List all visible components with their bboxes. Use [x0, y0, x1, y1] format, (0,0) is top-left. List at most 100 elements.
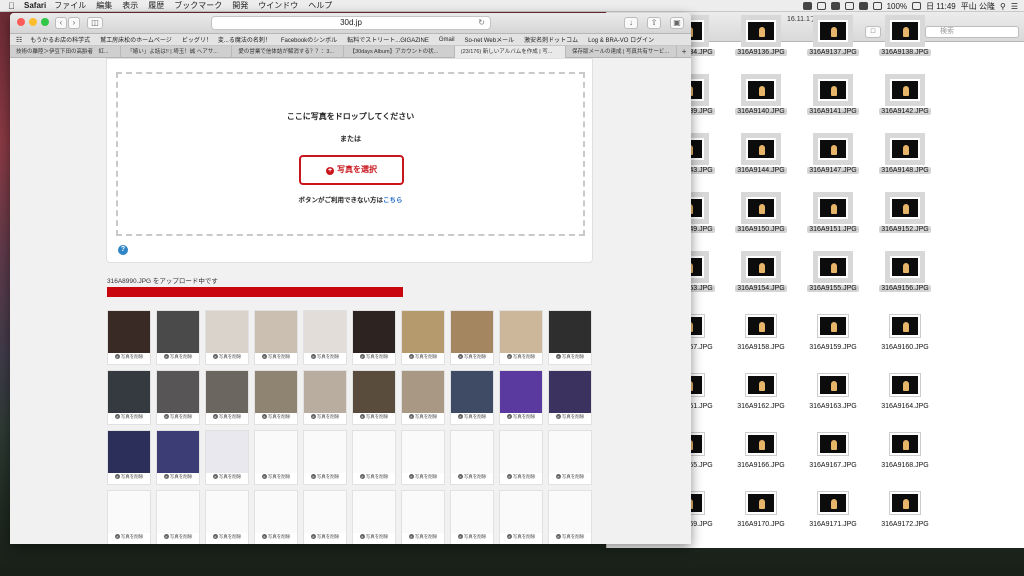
delete-photo-button[interactable]: × 写真を削除	[255, 414, 297, 420]
delete-photo-button[interactable]: × 写真を削除	[353, 414, 395, 420]
photo-thumbnail[interactable]	[157, 431, 199, 473]
photo-thumbnail[interactable]	[255, 491, 297, 533]
finder-file-item[interactable]: 316A9155.JPG	[797, 256, 869, 292]
time-machine-icon[interactable]	[844, 2, 854, 10]
delete-photo-button[interactable]: × 写真を削除	[157, 534, 199, 540]
tab-item[interactable]: 技術の離陸＞伊豆下田の高齢者 紅...	[10, 46, 122, 58]
menu-help[interactable]: ヘルプ	[308, 0, 332, 11]
bookmark-item[interactable]: もうかるお店の科学式	[30, 35, 90, 44]
chat-icon[interactable]	[816, 2, 826, 10]
downloads-icon[interactable]: ↓	[624, 17, 638, 29]
delete-photo-button[interactable]: × 写真を削除	[549, 414, 591, 420]
delete-photo-button[interactable]: × 写真を削除	[304, 474, 346, 480]
reload-icon[interactable]: ↻	[478, 17, 485, 29]
finder-file-item[interactable]: 316A9137.JPG	[797, 20, 869, 56]
tabs-overview-icon[interactable]: ▣	[670, 17, 684, 29]
delete-photo-button[interactable]: × 写真を削除	[157, 474, 199, 480]
photo-thumbnail[interactable]	[549, 311, 591, 353]
photo-thumbnail[interactable]	[451, 371, 493, 413]
finder-file-item[interactable]: 316A9151.JPG	[797, 197, 869, 233]
delete-photo-button[interactable]: × 写真を削除	[206, 354, 248, 360]
menu-develop[interactable]: 開発	[232, 0, 248, 11]
delete-photo-button[interactable]: × 写真を削除	[451, 474, 493, 480]
delete-photo-button[interactable]: × 写真を削除	[304, 414, 346, 420]
volume-icon[interactable]	[872, 2, 882, 10]
delete-photo-button[interactable]: × 写真を削除	[500, 474, 542, 480]
tab-item[interactable]: 「嬉い」よ話は!! | 埼玉！誠 ヘアサ...	[121, 46, 233, 58]
tab-item[interactable]: 保存版メールの達成 | 写真共有サービ...	[566, 46, 678, 58]
delete-photo-button[interactable]: × 写真を削除	[206, 474, 248, 480]
user-name[interactable]: 平山 公隆	[961, 1, 995, 12]
delete-photo-button[interactable]: × 写真を削除	[451, 414, 493, 420]
select-photo-button[interactable]: + 写真を選択	[299, 155, 404, 185]
finder-file-item[interactable]: 316A9167.JPG	[797, 433, 869, 469]
minimize-window-button[interactable]	[29, 18, 37, 26]
delete-photo-button[interactable]: × 写真を削除	[255, 354, 297, 360]
delete-photo-button[interactable]: × 写真を削除	[451, 534, 493, 540]
photo-thumbnail[interactable]	[157, 491, 199, 533]
delete-photo-button[interactable]: × 写真を削除	[108, 354, 150, 360]
photo-thumbnail[interactable]	[549, 431, 591, 473]
photo-thumbnail[interactable]	[451, 491, 493, 533]
photo-thumbnail[interactable]	[500, 491, 542, 533]
photo-thumbnail[interactable]	[108, 311, 150, 353]
delete-photo-button[interactable]: × 写真を削除	[451, 354, 493, 360]
photo-thumbnail[interactable]	[108, 491, 150, 533]
photo-thumbnail[interactable]	[157, 371, 199, 413]
evernote-icon[interactable]	[830, 2, 840, 10]
photo-thumbnail[interactable]	[206, 371, 248, 413]
photo-thumbnail[interactable]	[255, 311, 297, 353]
tab-item[interactable]: 【30days Album】アカウントの状...	[344, 46, 455, 58]
finder-file-item[interactable]: 316A9152.JPG	[869, 197, 941, 233]
photo-thumbnail[interactable]	[108, 431, 150, 473]
photo-thumbnail[interactable]	[304, 371, 346, 413]
finder-file-item[interactable]: 316A9159.JPG	[797, 315, 869, 351]
battery-icon[interactable]	[912, 2, 922, 10]
photo-thumbnail[interactable]	[500, 431, 542, 473]
photo-thumbnail[interactable]	[353, 431, 395, 473]
delete-photo-button[interactable]: × 写真を削除	[255, 534, 297, 540]
menu-edit[interactable]: 編集	[96, 0, 112, 11]
photo-thumbnail[interactable]	[549, 491, 591, 533]
finder-file-item[interactable]: 316A9144.JPG	[725, 138, 797, 174]
forward-button[interactable]: ›	[68, 17, 80, 29]
finder-file-item[interactable]: 316A9156.JPG	[869, 256, 941, 292]
finder-file-item[interactable]: 316A9136.JPG	[725, 20, 797, 56]
delete-photo-button[interactable]: × 写真を削除	[402, 354, 444, 360]
photo-thumbnail[interactable]	[157, 311, 199, 353]
photo-thumbnail[interactable]	[108, 371, 150, 413]
menu-bookmarks[interactable]: ブックマーク	[174, 0, 222, 11]
delete-photo-button[interactable]: × 写真を削除	[304, 354, 346, 360]
finder-file-item[interactable]: 316A9142.JPG	[869, 79, 941, 115]
photo-thumbnail[interactable]	[451, 431, 493, 473]
delete-photo-button[interactable]: × 写真を削除	[549, 354, 591, 360]
delete-photo-button[interactable]: × 写真を削除	[402, 534, 444, 540]
photo-thumbnail[interactable]	[206, 491, 248, 533]
bookmark-item[interactable]: Facebookのシンボル	[281, 35, 337, 44]
finder-file-item[interactable]: 316A9164.JPG	[869, 374, 941, 410]
menu-file[interactable]: ファイル	[54, 0, 86, 11]
fallback-link[interactable]: こちら	[383, 197, 403, 204]
finder-file-item[interactable]: 316A9140.JPG	[725, 79, 797, 115]
photo-thumbnail[interactable]	[402, 491, 444, 533]
photo-thumbnail[interactable]	[353, 311, 395, 353]
help-icon[interactable]: ?	[118, 245, 128, 255]
sidebar-icon[interactable]: ◫	[87, 17, 103, 29]
photo-thumbnail[interactable]	[353, 371, 395, 413]
bookmark-item[interactable]: Log & BRA-VO ログイン	[588, 35, 654, 44]
bookmark-item[interactable]: So-net Webメール	[465, 35, 515, 44]
delete-photo-button[interactable]: × 写真を削除	[402, 414, 444, 420]
finder-file-item[interactable]: 316A9168.JPG	[869, 433, 941, 469]
finder-file-item[interactable]: 316A9141.JPG	[797, 79, 869, 115]
drop-zone[interactable]: ここに写真をドロップしてください または + 写真を選択 ボタンがご利用できない方…	[116, 72, 585, 236]
photo-thumbnail[interactable]	[402, 431, 444, 473]
photo-thumbnail[interactable]	[206, 431, 248, 473]
new-tab-button[interactable]: +	[677, 46, 691, 57]
menu-history[interactable]: 履歴	[148, 0, 164, 11]
delete-photo-button[interactable]: × 写真を削除	[500, 414, 542, 420]
photo-thumbnail[interactable]	[500, 371, 542, 413]
bookmark-item[interactable]: ビッグリ！ 変...る魔法の名刺！	[182, 35, 271, 44]
finder-file-item[interactable]: 316A9166.JPG	[725, 433, 797, 469]
apple-menu-icon[interactable]: 	[8, 1, 18, 11]
photo-thumbnail[interactable]	[500, 311, 542, 353]
